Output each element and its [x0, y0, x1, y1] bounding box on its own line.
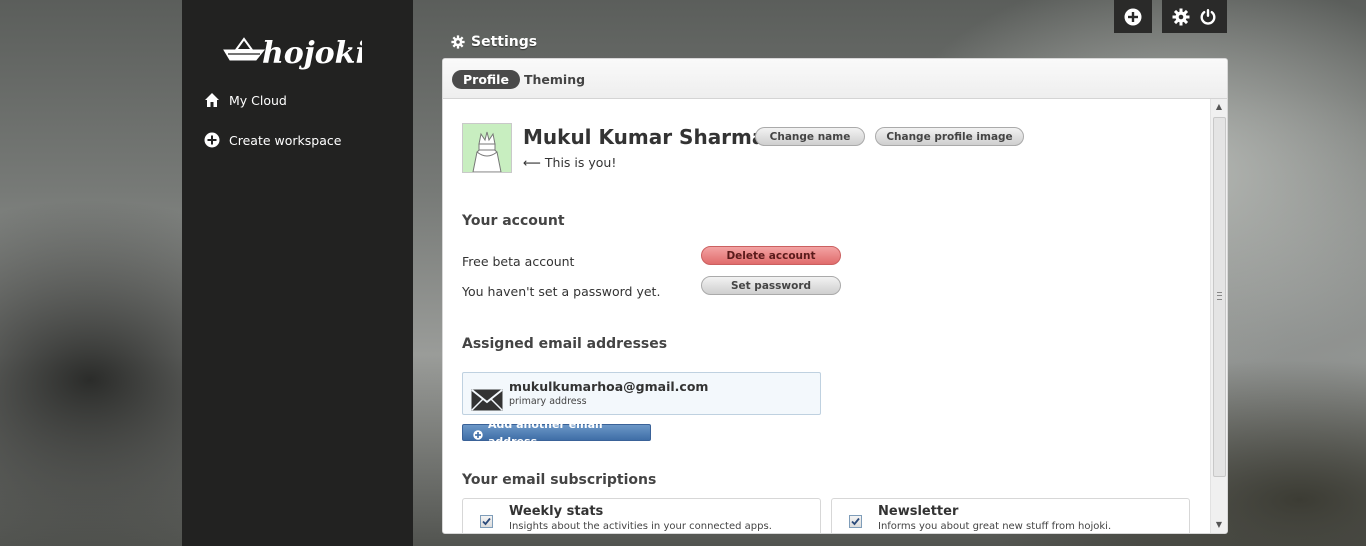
sidebar: hojoki My Cloud Create workspace — [182, 0, 413, 546]
emails-section-title: Assigned email addresses — [462, 336, 668, 352]
gear-icon — [451, 35, 465, 49]
subscription-newsletter: Newsletter Informs you about great new s… — [831, 498, 1190, 533]
scrollbar[interactable]: ▲ ▼ — [1210, 99, 1227, 533]
settings-panel: Profile Theming Mukul Kumar Sharma ⟵ Thi… — [442, 58, 1228, 534]
email-address: mukulkumarhoa@gmail.com — [509, 379, 709, 394]
email-note: primary address — [509, 396, 587, 407]
sidebar-item-create-workspace[interactable]: Create workspace — [204, 128, 341, 152]
subscription-weekly-stats: Weekly stats Insights about the activiti… — [462, 498, 821, 533]
tab-bar: Profile Theming — [443, 59, 1227, 99]
set-password-button[interactable]: Set password — [701, 276, 841, 295]
account-type-label: Free beta account — [462, 254, 575, 269]
home-icon — [204, 92, 220, 108]
plus-circle-icon — [1124, 8, 1142, 26]
change-name-button[interactable]: Change name — [755, 127, 865, 146]
add-email-label: Add another email address — [488, 417, 603, 448]
tab-profile[interactable]: Profile — [452, 70, 520, 89]
top-add-button[interactable] — [1114, 0, 1152, 33]
subscription-description: Insights about the activities in your co… — [509, 521, 772, 532]
newsletter-checkbox[interactable] — [849, 515, 862, 528]
avatar — [462, 123, 512, 173]
page-title-text: Settings — [471, 34, 538, 50]
settings-content: Mukul Kumar Sharma ⟵ This is you! Change… — [443, 99, 1211, 533]
subscription-description: Informs you about great new stuff from h… — [878, 521, 1112, 532]
scrollbar-thumb[interactable] — [1213, 117, 1226, 477]
account-section-title: Your account — [462, 213, 565, 229]
page-title: Settings — [451, 34, 537, 50]
plus-circle-icon — [204, 132, 220, 148]
sidebar-item-my-cloud[interactable]: My Cloud — [204, 88, 287, 112]
power-icon[interactable] — [1199, 8, 1217, 26]
add-email-button[interactable]: Add another email address — [462, 418, 651, 448]
hojoki-logo[interactable]: hojoki — [222, 30, 362, 76]
gear-icon[interactable] — [1172, 8, 1190, 26]
delete-account-button[interactable]: Delete account — [701, 246, 841, 265]
sidebar-item-label: Create workspace — [229, 132, 342, 148]
profile-name: Mukul Kumar Sharma — [523, 125, 766, 149]
envelope-icon — [471, 389, 503, 411]
password-status-label: You haven't set a password yet. — [462, 284, 661, 299]
subscription-title: Weekly stats — [509, 504, 604, 519]
scroll-up-icon[interactable]: ▲ — [1211, 99, 1227, 115]
subscription-title: Newsletter — [878, 504, 959, 519]
subscriptions-section-title: Your email subscriptions — [462, 472, 657, 488]
plus-circle-icon — [473, 428, 483, 440]
svg-text:hojoki: hojoki — [262, 36, 362, 71]
change-profile-image-button[interactable]: Change profile image — [875, 127, 1024, 146]
sidebar-item-label: My Cloud — [229, 92, 287, 108]
email-card: mukulkumarhoa@gmail.com primary address — [462, 372, 821, 415]
tab-theming[interactable]: Theming — [513, 70, 596, 89]
scroll-down-icon[interactable]: ▼ — [1211, 517, 1227, 533]
top-settings-group — [1162, 0, 1227, 33]
you-label: ⟵ This is you! — [523, 155, 617, 170]
weekly-stats-checkbox[interactable] — [480, 515, 493, 528]
